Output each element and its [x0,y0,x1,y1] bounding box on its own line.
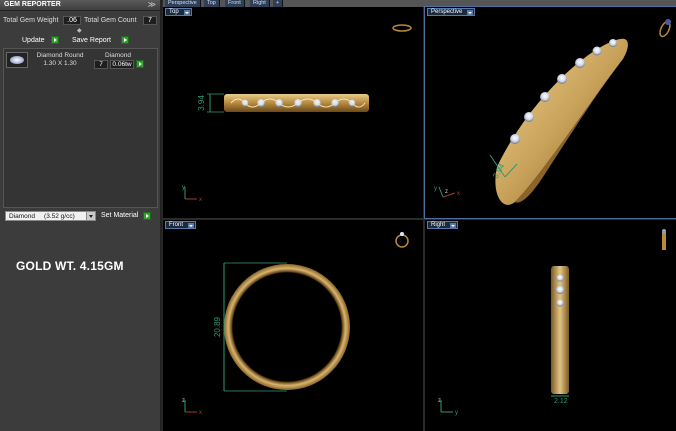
top-dimension: 3.94 [197,95,206,111]
viewport-front[interactable]: Front 20.89 zx [163,220,423,431]
ring-thumbnail-icon [392,24,412,32]
right-view-drawing: 2.12 zy [438,229,666,416]
total-gem-weight-label: Total Gem Weight [3,17,59,24]
gem-size: 1.30 X 1.30 [43,60,77,67]
viewport-top[interactable]: Top 3.94 yx [163,7,423,218]
panel-title: GEM REPORTER [4,1,61,8]
ring-band-right [551,266,569,394]
chevron-down-icon [86,212,95,220]
gem-list: Diamond Round Diamond 1.30 X 1.30 7 0.06… [3,48,158,208]
axis-triad-icon: yzx [434,186,460,198]
update-button[interactable]: Update [22,36,78,46]
top-view-drawing: 3.94 yx [182,24,412,203]
gem-reporter-panel: GEM REPORTER ≫ Total Gem Weight .06 Tota… [0,0,162,431]
right-dimension: 2.12 [554,398,568,405]
svg-text:x: x [199,197,202,203]
perspective-view-drawing: 3.94 yzx [434,19,671,205]
ring-band-front [224,264,350,390]
front-view-drawing: 20.89 zx [182,232,409,416]
gem-count[interactable]: 7 [94,60,108,69]
front-dimension: 20.89 [213,316,222,337]
splitter-handle-icon[interactable]: ◆ [77,27,82,34]
tab-front[interactable]: Front [225,0,245,7]
material-row: Diamond (3.52 g/cc) Set Material [3,210,159,222]
material-dropdown-value: Diamond (3.52 g/cc) [9,213,75,220]
gold-weight-label: GOLD WT. 4.15GM [16,259,124,273]
axis-triad-icon: yx [182,185,202,203]
svg-text:z: z [182,398,185,404]
save-report-label: Save Report [72,37,111,44]
gem-material: Diamond [104,52,131,59]
save-report-button[interactable]: Save Report [72,36,150,46]
viewport-tab-strip: Perspective Top Front Right + [163,0,676,7]
svg-text:z: z [438,398,441,404]
axis-triad-icon: zx [182,398,202,416]
update-label: Update [22,37,45,44]
diamond-round-thumbnail [6,52,28,68]
material-dropdown[interactable]: Diamond (3.52 g/cc) [5,211,96,221]
ring-thumbnail-icon [659,19,671,38]
gem-row[interactable]: Diamond Round Diamond 1.30 X 1.30 7 0.06… [4,49,157,71]
gem-weight: 0.06tw [110,60,134,69]
gem-totals-row: Total Gem Weight .06 Total Gem Count 7 [3,16,159,26]
tab-right[interactable]: Right [250,0,270,7]
svg-text:x: x [199,410,202,416]
tab-perspective[interactable]: Perspective [165,0,201,7]
set-material-button[interactable]: Set Material [101,212,157,222]
viewport-perspective[interactable]: Perspective 3.94 yzx [424,6,676,219]
tab-add-icon[interactable]: + [273,0,283,7]
ring-thumbnail-icon [662,229,666,250]
total-gem-count-label: Total Gem Count [84,17,137,24]
gem-row-right [556,274,564,307]
gem-name: Diamond Round [36,52,84,59]
svg-text:y: y [182,185,185,191]
svg-text:y: y [434,186,437,192]
gem-go-icon[interactable] [136,60,144,68]
tab-top[interactable]: Top [204,0,220,7]
axis-triad-icon: zy [438,398,458,416]
svg-text:x: x [457,191,460,197]
svg-text:z: z [445,189,448,195]
ring-band-perspective [495,38,628,205]
total-gem-count-value: 7 [143,16,157,25]
set-material-label: Set Material [101,212,139,219]
svg-text:y: y [455,410,458,416]
panel-header: GEM REPORTER ≫ [0,0,160,11]
update-go-icon [51,36,59,44]
viewport-right[interactable]: Right 2.12 zy [425,220,676,431]
ring-thumbnail-icon [395,232,409,248]
collapse-icon[interactable]: ≫ [148,0,156,9]
set-material-go-icon [143,212,151,220]
total-gem-weight-value: .06 [63,16,81,25]
save-report-go-icon [121,36,129,44]
